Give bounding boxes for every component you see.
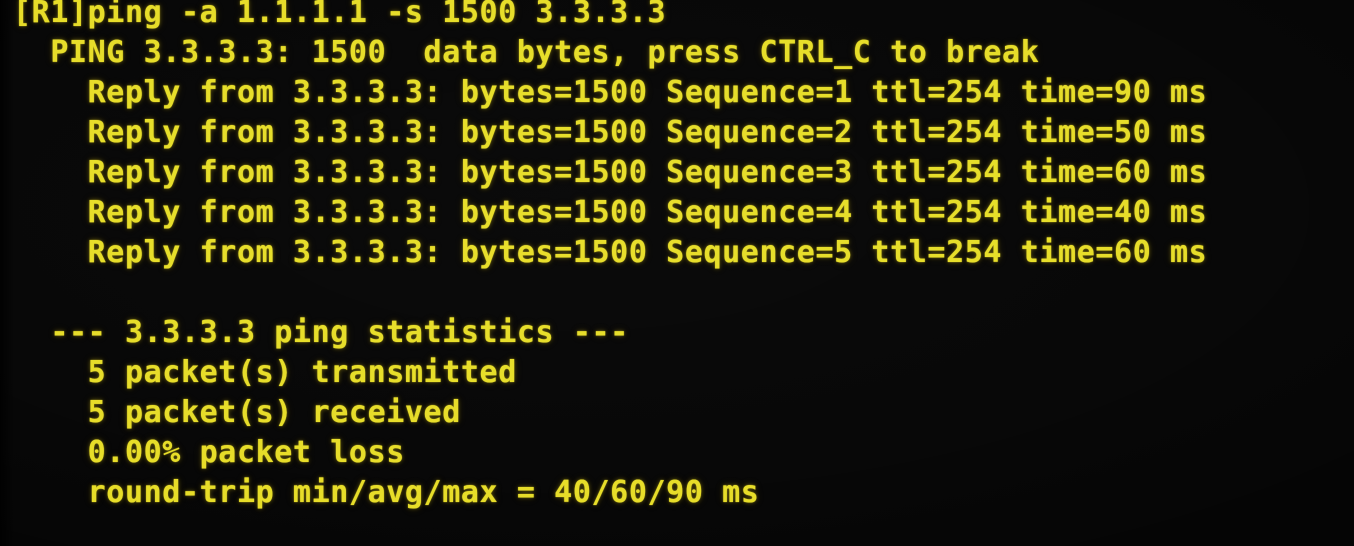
packet-loss-line: 0.00% packet loss [13, 435, 405, 470]
ping-reply-line-4: Reply from 3.3.3.3: bytes=1500 Sequence=… [13, 195, 1208, 230]
terminal-console-output[interactable]: [R1]ping -a 1.1.1.1 -s 1500 3.3.3.3 PING… [0, 0, 1354, 513]
ping-statistics-header: --- 3.3.3.3 ping statistics --- [13, 315, 629, 350]
ping-reply-line-5: Reply from 3.3.3.3: bytes=1500 Sequence=… [13, 235, 1208, 270]
packets-transmitted-line: 5 packet(s) transmitted [13, 355, 517, 390]
packets-received-line: 5 packet(s) received [13, 395, 461, 430]
ping-reply-line-3: Reply from 3.3.3.3: bytes=1500 Sequence=… [13, 155, 1208, 190]
round-trip-time-line: round-trip min/avg/max = 40/60/90 ms [13, 475, 760, 510]
command-prompt-line: [R1]ping -a 1.1.1.1 -s 1500 3.3.3.3 [13, 0, 667, 30]
ping-reply-line-1: Reply from 3.3.3.3: bytes=1500 Sequence=… [13, 75, 1208, 110]
blank-separator-line [0, 273, 1354, 313]
ping-header-line: PING 3.3.3.3: 1500 data bytes, press CTR… [13, 35, 1040, 70]
ping-reply-line-2: Reply from 3.3.3.3: bytes=1500 Sequence=… [13, 115, 1208, 150]
terminal-screen: [R1]ping -a 1.1.1.1 -s 1500 3.3.3.3 PING… [0, 0, 1354, 546]
